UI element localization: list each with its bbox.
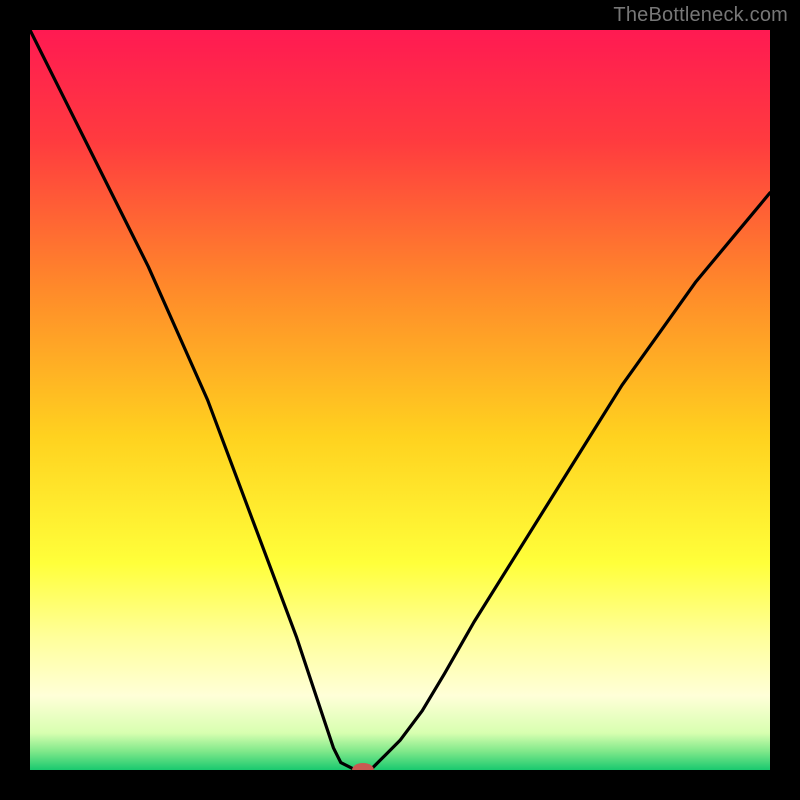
watermark-text: TheBottleneck.com [613, 4, 788, 27]
plot-background [30, 30, 770, 770]
chart-frame: TheBottleneck.com [0, 0, 800, 800]
bottleneck-chart [30, 30, 770, 770]
